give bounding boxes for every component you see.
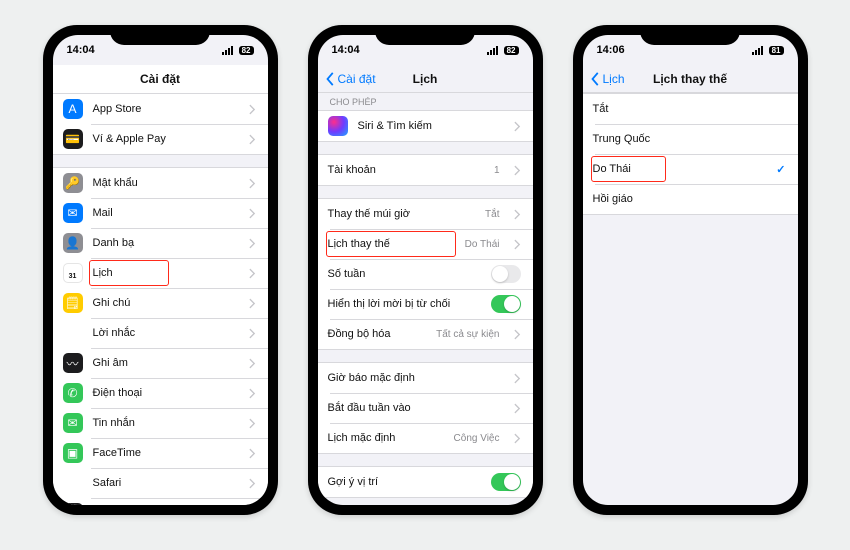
settings-row: Gợi ý vị trí (318, 467, 533, 497)
nav-bar: Lịch Lịch thay thế (583, 65, 798, 93)
wallet-icon: 💳 (63, 129, 83, 149)
chevron-right-icon (514, 403, 521, 414)
chevron-right-icon (514, 329, 521, 340)
settings-row-messages[interactable]: ✉ Tin nhắn (53, 408, 268, 438)
settings-row-contacts[interactable]: 👤 Danh bạ (53, 228, 268, 258)
status-time: 14:04 (67, 44, 95, 56)
chevron-right-icon (514, 209, 521, 220)
calendar-icon: 31 (63, 263, 83, 283)
reminders-icon: ☑ (63, 323, 83, 343)
phone-icon: ✆ (63, 383, 83, 403)
chevron-right-icon (514, 165, 521, 176)
settings-row-key[interactable]: 🔑 Mật khẩu (53, 168, 268, 198)
phone-alternate-calendar: 14:06 81 Lịch Lịch thay thế Tắt Trung Qu… (573, 25, 808, 515)
messages-icon: ✉ (63, 413, 83, 433)
settings-row: Số tuần (318, 259, 533, 289)
settings-row-facetime[interactable]: ▣ FaceTime (53, 438, 268, 468)
settings-row-safari[interactable]: ✦ Safari (53, 468, 268, 498)
row-siri[interactable]: Siri & Tìm kiếm (318, 111, 533, 141)
page-title: Lịch (413, 72, 438, 86)
battery-badge: 81 (769, 46, 784, 55)
settings-row[interactable]: Lịch thay thếDo Thái (318, 229, 533, 259)
settings-row[interactable]: A App Store (53, 94, 268, 124)
settings-row-phone[interactable]: ✆ Điện thoại (53, 378, 268, 408)
phone-settings: 14:04 82 Cài đặt A App Store 💳 Ví & Appl… (43, 25, 278, 515)
battery-badge: 82 (239, 46, 254, 55)
nav-bar: Cài đặt Lịch (318, 65, 533, 93)
chevron-right-icon (249, 104, 256, 115)
chevron-right-icon (249, 134, 256, 145)
row-accounts[interactable]: Tài khoản 1 (318, 155, 533, 185)
check-icon: ✓ (776, 163, 785, 176)
chevron-right-icon (249, 388, 256, 399)
settings-row[interactable]: Bắt đầu tuần vào (318, 393, 533, 423)
status-time: 14:06 (597, 44, 625, 56)
voice-icon: 〰 (63, 353, 83, 373)
chevron-right-icon (249, 178, 256, 189)
chevron-right-icon (249, 238, 256, 249)
settings-row-mail[interactable]: ✉ Mail (53, 198, 268, 228)
settings-row: Hiển thị lời mời bị từ chối (318, 289, 533, 319)
settings-row[interactable]: Thay thế múi giờTắt (318, 199, 533, 229)
chevron-right-icon (249, 298, 256, 309)
siri-icon (328, 116, 348, 136)
mail-icon: ✉ (63, 203, 83, 223)
chevron-right-icon (514, 239, 521, 250)
contacts-icon: 👤 (63, 233, 83, 253)
chevron-right-icon (514, 433, 521, 444)
battery-badge: 82 (504, 46, 519, 55)
chevron-right-icon (249, 268, 256, 279)
toggle[interactable] (491, 473, 521, 491)
chevron-right-icon (249, 328, 256, 339)
toggle[interactable] (491, 265, 521, 283)
option-row[interactable]: Trung Quốc (583, 124, 798, 154)
toggle[interactable] (491, 295, 521, 313)
page-title: Lịch thay thế (653, 72, 727, 86)
chevron-right-icon (249, 208, 256, 219)
settings-row-calendar[interactable]: 31 Lịch (53, 258, 268, 288)
chevron-right-icon (249, 478, 256, 489)
settings-row-notes[interactable]: 🗒 Ghi chú (53, 288, 268, 318)
chevron-right-icon (249, 418, 256, 429)
chevron-right-icon (514, 373, 521, 384)
option-row[interactable]: Hồi giáo (583, 184, 798, 214)
chevron-right-icon (249, 358, 256, 369)
nav-bar: Cài đặt (53, 65, 268, 93)
settings-row[interactable]: 💳 Ví & Apple Pay (53, 124, 268, 154)
status-time: 14:04 (332, 44, 360, 56)
appstore-icon: A (63, 99, 83, 119)
settings-row-voice[interactable]: 〰 Ghi âm (53, 348, 268, 378)
safari-icon: ✦ (63, 473, 83, 493)
phone-calendar-settings: 14:04 82 Cài đặt Lịch CHO PHÉP Siri & Tì… (308, 25, 543, 515)
section-header: CHO PHÉP (318, 93, 533, 110)
option-row[interactable]: Do Thái ✓ (583, 154, 798, 184)
chevron-right-icon (249, 448, 256, 459)
stocks-icon: 📈 (63, 503, 83, 505)
settings-row-reminders[interactable]: ☑ Lời nhắc (53, 318, 268, 348)
signal-icon (752, 46, 766, 55)
page-title: Cài đặt (140, 72, 180, 86)
option-row[interactable]: Tắt (583, 94, 798, 124)
settings-row[interactable]: Đồng bộ hóaTất cả sự kiện (318, 319, 533, 349)
back-button[interactable]: Lịch (591, 65, 625, 92)
signal-icon (222, 46, 236, 55)
settings-row-stocks[interactable]: 📈 Chứng khoán (53, 498, 268, 505)
notes-icon: 🗒 (63, 293, 83, 313)
chevron-right-icon (514, 121, 521, 132)
key-icon: 🔑 (63, 173, 83, 193)
back-button[interactable]: Cài đặt (326, 65, 376, 92)
settings-row[interactable]: Giờ báo mặc định (318, 363, 533, 393)
facetime-icon: ▣ (63, 443, 83, 463)
signal-icon (487, 46, 501, 55)
settings-row[interactable]: Lịch mặc địnhCông Việc (318, 423, 533, 453)
